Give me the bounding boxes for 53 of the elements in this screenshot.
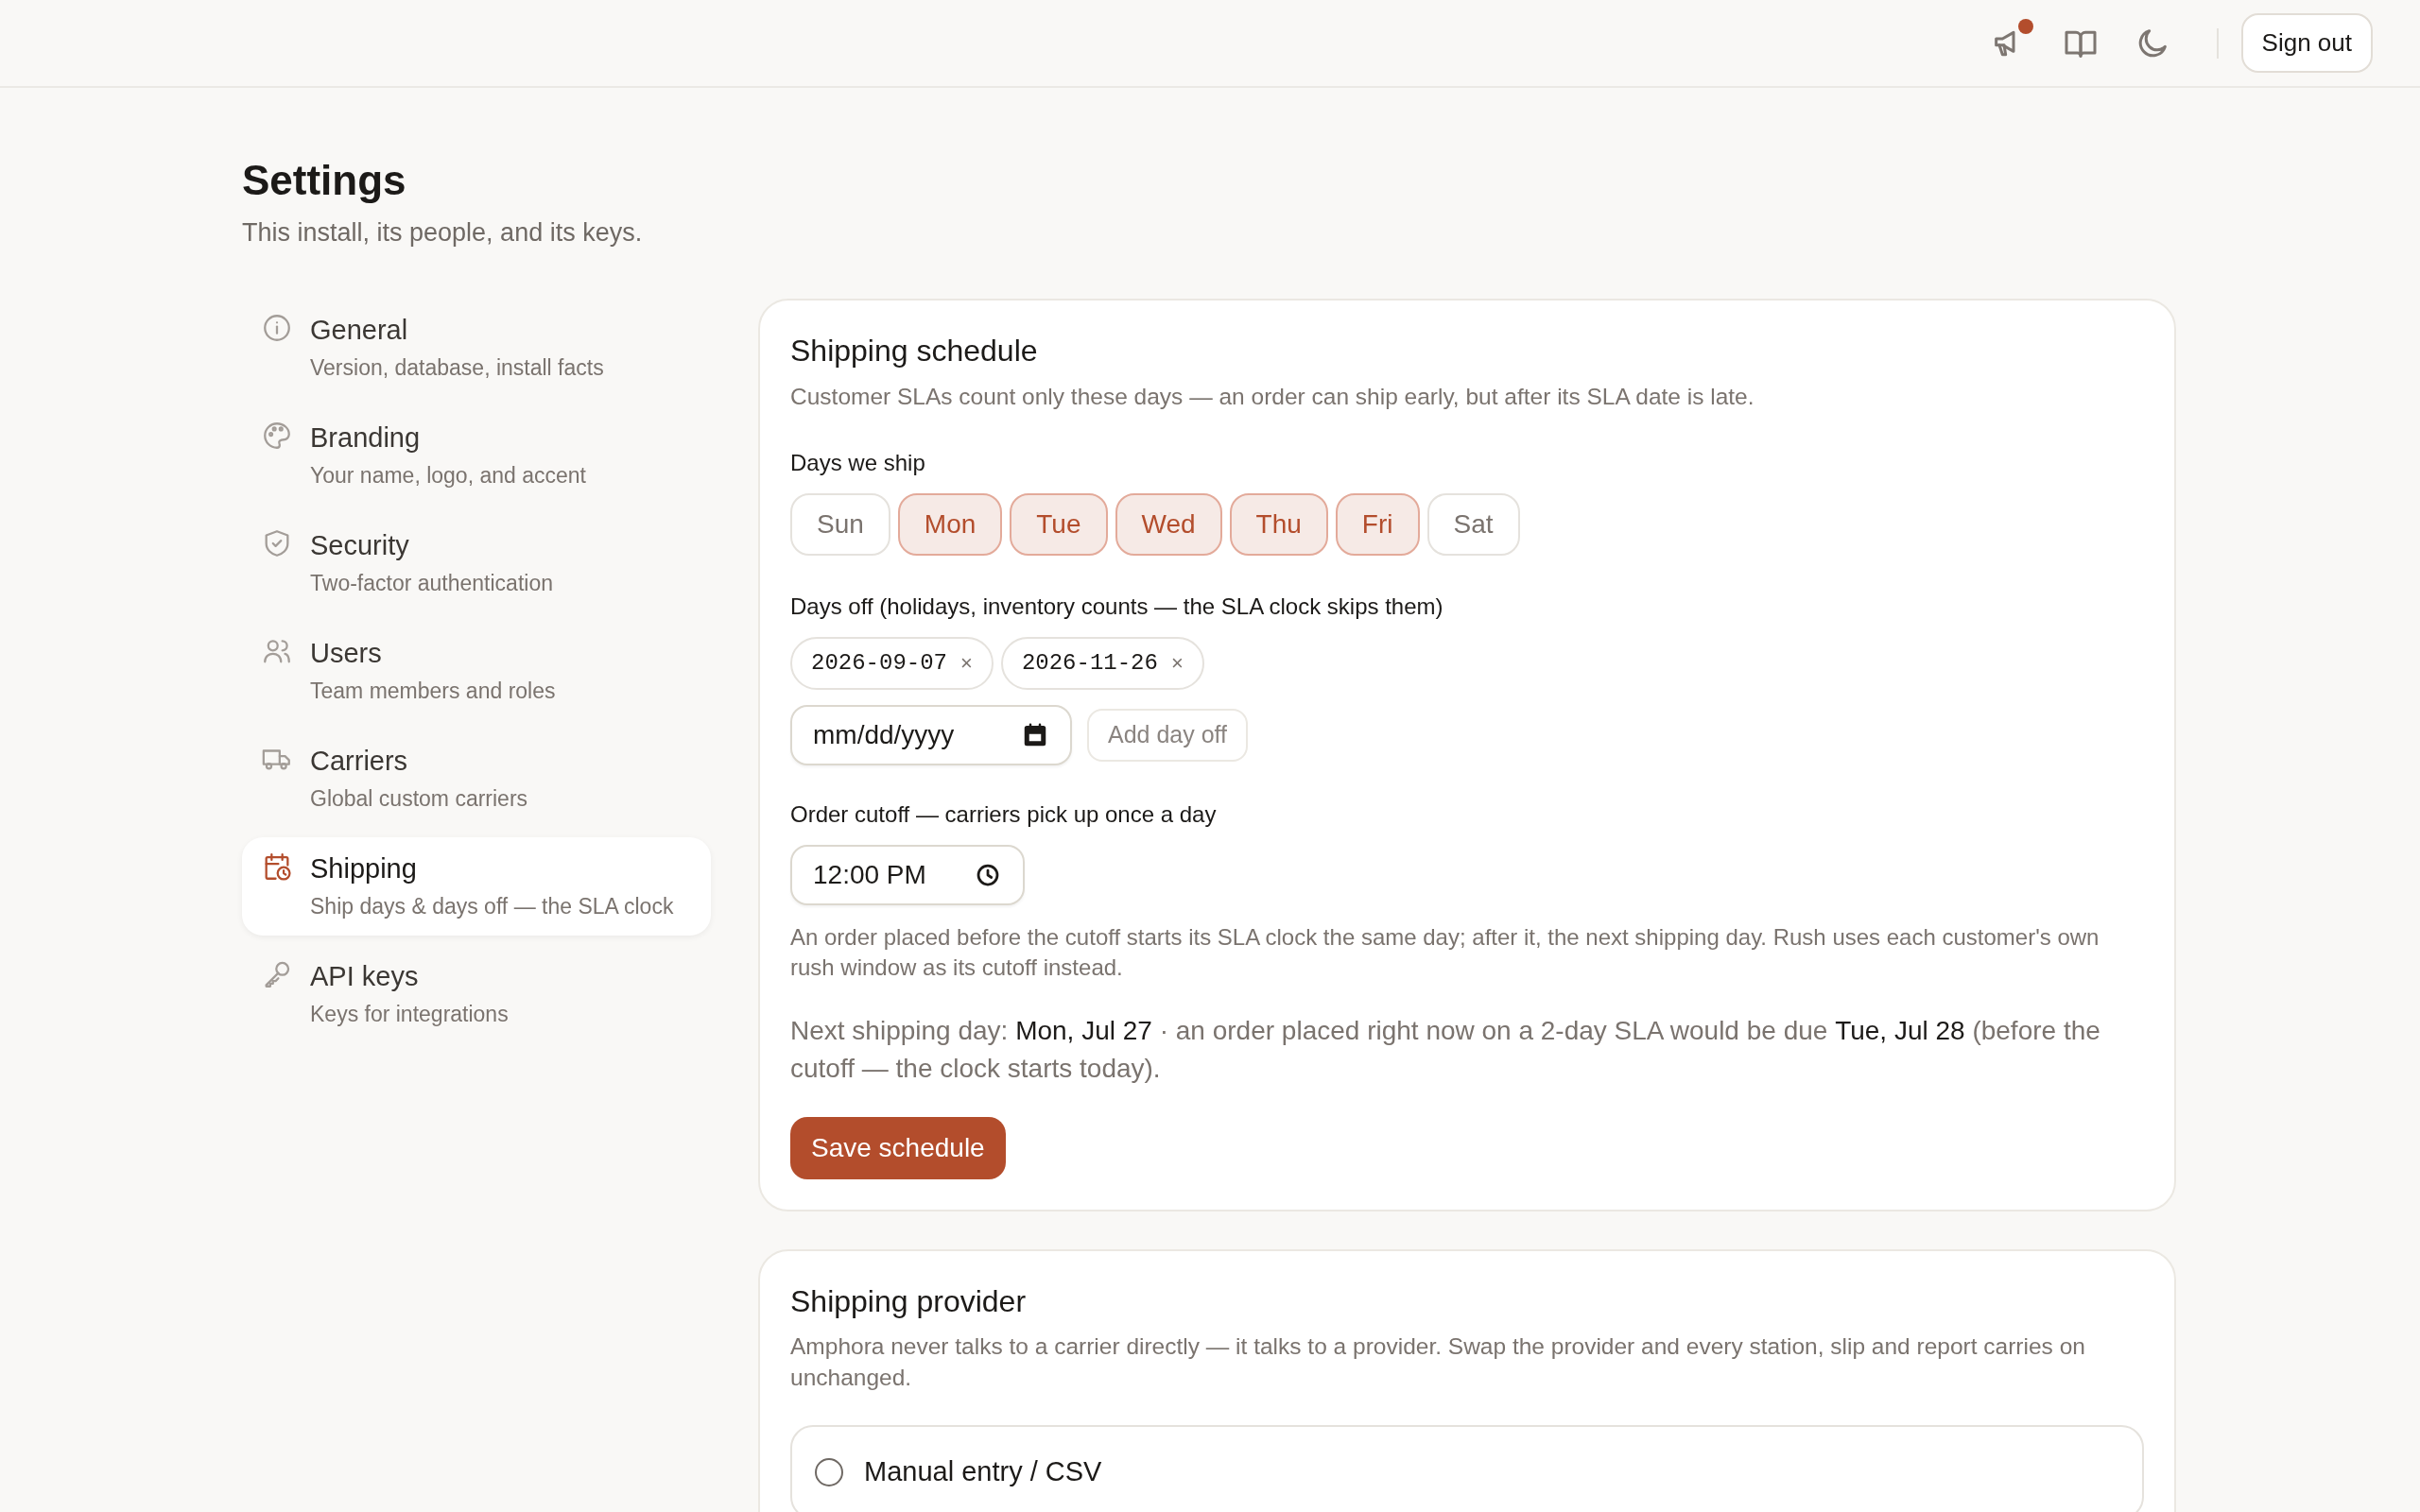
remove-button[interactable]: × — [960, 647, 973, 679]
sidebar-item[interactable]: General Version, database, install facts — [242, 299, 711, 398]
day-toggle[interactable]: Tue — [1010, 492, 1108, 556]
item-subtitle: Version, database, install facts — [310, 353, 604, 382]
chip-date: 2026-09-07 — [811, 648, 948, 678]
radio-button[interactable] — [815, 1458, 843, 1486]
item-subtitle: Keys for integrations — [310, 1000, 509, 1028]
help-text: An order placed before the cutoff starts its SLA clock the same day; after it, the next shipping day. Rush uses each customer's own rush window as its cutoff instead. — [790, 922, 2100, 983]
item-subtitle: Your name, logo, and accent — [310, 461, 586, 490]
notification-dot — [2017, 18, 2033, 34]
sidebar-item[interactable]: Shipping Ship days & days off — the SLA clock — [242, 837, 711, 936]
item-title: General — [310, 314, 409, 348]
item-subtitle: Ship days & days off — the SLA clock — [310, 892, 674, 920]
field-label: Order cutoff — carriers pick up once a day — [790, 799, 1218, 829]
save-schedule-button[interactable]: Save schedule — [790, 1116, 1006, 1179]
day-toggle[interactable]: Fri — [1335, 492, 1420, 556]
item-subtitle: Team members and roles — [310, 677, 556, 705]
field-label: Days off (holidays, inventory counts — the SLA clock skips them) — [790, 592, 1444, 621]
item-title: Shipping — [310, 852, 418, 886]
item-title: Users — [310, 637, 383, 671]
sidebar-item[interactable]: Users Team members and roles — [242, 622, 711, 721]
card-description: Amphora never talks to a carrier directly — it talks to a provider. Swap the provider and every station, slip and report carries on unchanged. — [790, 1332, 2086, 1393]
day-toggle[interactable]: Wed — [1115, 492, 1222, 556]
date-field[interactable]: mm/dd/yyyy — [813, 714, 1002, 755]
provider-option[interactable]: Manual entry / CSV — [790, 1425, 2144, 1512]
sidebar-item[interactable]: Security Two-factor authentication — [242, 514, 711, 613]
sidebar-item[interactable]: Branding Your name, logo, and accent — [242, 406, 711, 506]
card-title: Shipping schedule — [790, 333, 1039, 369]
sign-out-button[interactable]: Sign out — [2240, 13, 2373, 73]
page-title: Settings — [242, 156, 407, 205]
next-shipping-text: Next shipping day: Mon, Jul 27 · an order placed right now on a 2-day SLA would be due Tue, Jul 28 (before the cutoff — the clock starts today). — [790, 1014, 2101, 1086]
day-toggle[interactable]: Sun — [790, 492, 890, 556]
day-toggle[interactable]: Thu — [1229, 492, 1328, 556]
date-picker[interactable]: mm/dd/yyyy — [790, 704, 1072, 765]
sidebar-item[interactable]: Carriers Global custom carriers — [242, 730, 711, 829]
day-toggle[interactable]: Mon — [897, 492, 1003, 556]
item-title: Branding — [310, 421, 422, 455]
item-title: Carriers — [310, 745, 409, 779]
sidebar-item[interactable]: API keys Keys for integrations — [242, 945, 711, 1044]
time-field[interactable]: 12:00 PM — [813, 854, 955, 895]
option-label: Manual entry / CSV — [864, 1455, 1102, 1489]
item-title: Security — [310, 529, 410, 563]
chip-date: 2026-11-26 — [1021, 648, 1158, 678]
page-subtitle: This install, its people, and its keys. — [242, 216, 644, 249]
field-label: Days we ship — [790, 448, 926, 477]
card-description: Customer SLAs count only these days — an order can ship early, but after its SLA date is late. — [790, 382, 1755, 411]
day-toggle[interactable]: Sat — [1426, 492, 1520, 556]
remove-button[interactable]: × — [1170, 647, 1184, 679]
time-picker[interactable]: 12:00 PM — [790, 844, 1025, 905]
item-subtitle: Two-factor authentication — [310, 569, 553, 597]
item-title: API keys — [310, 960, 420, 994]
item-subtitle: Global custom carriers — [310, 784, 528, 813]
card-title: Shipping provider — [790, 1282, 1028, 1320]
